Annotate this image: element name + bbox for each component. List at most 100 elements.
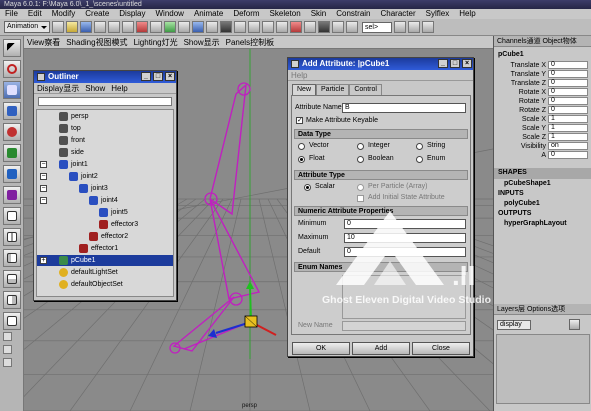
viewport-menu-panels[interactable]: Panels控制板	[223, 36, 277, 49]
channel-name[interactable]: Translate Y	[494, 70, 546, 79]
default-input[interactable]: 0	[344, 247, 466, 257]
channel-name[interactable]: Rotate Y	[494, 97, 546, 106]
channel-name[interactable]: Rotate Z	[494, 106, 546, 115]
channel-value[interactable]: 0	[548, 79, 588, 87]
channel-value[interactable]: 1	[548, 124, 588, 132]
channel-value[interactable]: 0	[548, 106, 588, 114]
mask-joints-icon[interactable]	[150, 21, 162, 33]
add-attribute-menu-help[interactable]: Help	[288, 71, 310, 80]
panel-shortcut-3[interactable]	[3, 358, 12, 367]
channel-row[interactable]: Rotate Y0	[494, 97, 591, 106]
viewport-menu-view[interactable]: View察看	[24, 36, 63, 49]
data-type-enum-radio[interactable]	[416, 156, 423, 163]
maximize-button[interactable]: □	[153, 72, 163, 81]
layout-graph-button[interactable]	[3, 270, 21, 288]
channel-value[interactable]: 0	[548, 88, 588, 96]
menu-edit[interactable]: Edit	[23, 9, 47, 19]
outliner-item-joint5[interactable]: joint5	[111, 207, 128, 218]
snap-point-icon[interactable]	[276, 21, 288, 33]
outliner-filter-field[interactable]	[38, 97, 172, 106]
channel-value[interactable]: 0	[548, 70, 588, 78]
mask-handles-icon[interactable]	[136, 21, 148, 33]
new-layer-icon[interactable]	[569, 319, 580, 330]
ok-button[interactable]: OK	[292, 342, 350, 355]
channel-row[interactable]: A0	[494, 151, 591, 160]
outliner-item-effector1[interactable]: effector1	[91, 243, 118, 254]
outliner-item-joint3[interactable]: joint3	[91, 183, 108, 194]
attribute-name-input[interactable]: B	[342, 103, 466, 113]
select-object-icon[interactable]	[108, 21, 120, 33]
layout-outliner-button[interactable]	[3, 249, 21, 267]
layout-persp-button[interactable]	[3, 312, 21, 330]
outliner-menu-display[interactable]: Display显示	[34, 83, 82, 94]
channel-name[interactable]: Scale Z	[494, 133, 546, 142]
minimize-button[interactable]: _	[438, 59, 448, 68]
maximum-input[interactable]: 10	[344, 233, 466, 243]
ipr-render-icon[interactable]	[332, 21, 344, 33]
channel-value[interactable]: 0	[548, 97, 588, 105]
panel-shortcut-1[interactable]	[3, 332, 12, 341]
move-arrow-y[interactable]	[246, 281, 254, 289]
tab-particle[interactable]: Particle	[316, 84, 350, 95]
outliner-item-effector3[interactable]: effector3	[111, 219, 138, 230]
outliner-item-joint1[interactable]: joint1	[71, 159, 88, 170]
snap-plane-icon[interactable]	[290, 21, 302, 33]
channel-row[interactable]: Translate Y0	[494, 70, 591, 79]
attribute-editor-icon[interactable]	[394, 21, 406, 33]
quick-selection-field[interactable]: sel>	[362, 21, 392, 33]
outliner-item-defaultlightset[interactable]: defaultLightSet	[71, 267, 118, 278]
menu-window[interactable]: Window	[151, 9, 189, 19]
mask-surfaces-icon[interactable]	[178, 21, 190, 33]
channel-object-name[interactable]: pCube1	[498, 51, 524, 58]
mask-rendering-icon[interactable]	[220, 21, 232, 33]
outliner-item-persp[interactable]: persp	[71, 111, 89, 122]
outliner-item-side[interactable]: side	[71, 147, 84, 158]
channel-row[interactable]: Scale Z1	[494, 133, 591, 142]
attribute-type-scalar-radio[interactable]	[304, 184, 311, 191]
lasso-tool[interactable]	[3, 60, 21, 78]
menu-file[interactable]: File	[0, 9, 23, 19]
channel-row[interactable]: Translate X0	[494, 61, 591, 70]
new-scene-icon[interactable]	[52, 21, 64, 33]
channel-row[interactable]: Rotate X0	[494, 88, 591, 97]
render-globals-icon[interactable]	[346, 21, 358, 33]
menu-create[interactable]: Create	[80, 9, 114, 19]
paint-select-tool[interactable]	[3, 81, 21, 99]
channel-name[interactable]: Visibility	[494, 142, 546, 151]
snap-grid-icon[interactable]	[248, 21, 260, 33]
layout-four-button[interactable]	[3, 228, 21, 246]
channel-row[interactable]: Scale X1	[494, 115, 591, 124]
menu-character[interactable]: Character	[376, 9, 421, 19]
close-button[interactable]: ×	[462, 59, 472, 68]
outliner-item-defaultobjectset[interactable]: defaultObjectSet	[71, 279, 123, 290]
menu-sylflex[interactable]: Sylflex	[421, 9, 455, 19]
new-name-input[interactable]	[342, 321, 466, 331]
channel-value[interactable]: 1	[548, 133, 588, 141]
attribute-type-per-particle-radio[interactable]	[357, 184, 364, 191]
outliner-item-pcube1[interactable]: pCube1	[71, 255, 96, 266]
add-attribute-title-bar[interactable]: Add Attribute: |pCube1 _ □ ×	[288, 58, 473, 70]
channel-row[interactable]: Rotate Z0	[494, 106, 591, 115]
viewport-menu-show[interactable]: Show显示	[181, 36, 223, 49]
mask-dynamics-icon[interactable]	[206, 21, 218, 33]
render-icon[interactable]	[318, 21, 330, 33]
channel-row[interactable]: Scale Y1	[494, 124, 591, 133]
output-node[interactable]: hyperGraphLayout	[504, 220, 567, 227]
channel-name[interactable]: Scale X	[494, 115, 546, 124]
select-hierarchy-icon[interactable]	[94, 21, 106, 33]
select-tool[interactable]	[3, 39, 21, 57]
layers-header[interactable]: Layers层 Options选项	[494, 304, 591, 315]
data-type-float-radio[interactable]	[298, 156, 305, 163]
channel-box-header[interactable]: Channels通道 Object物体	[494, 36, 591, 47]
layout-single-button[interactable]	[3, 207, 21, 225]
channel-row[interactable]: Translate Z0	[494, 79, 591, 88]
outliner-menu-help[interactable]: Help	[108, 84, 130, 93]
channel-name[interactable]: Translate Z	[494, 79, 546, 88]
expand-toggle[interactable]: +	[40, 257, 47, 264]
initial-state-checkbox[interactable]	[357, 195, 364, 202]
channel-name[interactable]: Translate X	[494, 61, 546, 70]
enum-names-list[interactable]	[342, 275, 466, 319]
snap-curve-icon[interactable]	[262, 21, 274, 33]
move-tool[interactable]	[3, 102, 21, 120]
channel-row[interactable]: Visibility on	[494, 142, 591, 151]
